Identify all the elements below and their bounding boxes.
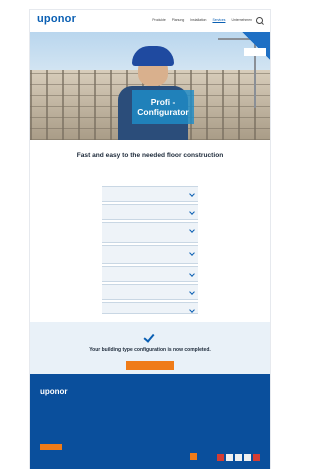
nav-item-services[interactable]: Services — [212, 18, 225, 22]
list-item[interactable] — [102, 245, 198, 264]
nav-item-produkte[interactable]: Produkte — [152, 18, 166, 22]
footer-button[interactable] — [40, 444, 62, 450]
completion-text: Your building type configuration is now … — [89, 347, 211, 353]
main-nav: Produkte Planung Installation Services U… — [152, 18, 252, 22]
hero-title-box: Profi - Configurator — [132, 90, 194, 124]
continue-button[interactable] — [126, 361, 174, 370]
list-item[interactable] — [102, 284, 198, 300]
list-item[interactable] — [102, 222, 198, 243]
nav-item-installation[interactable]: Installation — [190, 18, 206, 22]
chevron-down-icon — [189, 191, 195, 197]
helmet-icon — [132, 46, 174, 66]
social-icon[interactable] — [217, 454, 224, 461]
chevron-down-icon — [189, 227, 195, 233]
checkmark-icon — [143, 331, 155, 343]
nav-item-unternehmen[interactable]: Unternehmen — [231, 18, 252, 22]
chevron-down-icon — [189, 289, 195, 295]
search-icon[interactable] — [256, 17, 263, 24]
list-item[interactable] — [102, 204, 198, 220]
social-icon[interactable] — [226, 454, 233, 461]
nav-item-planung[interactable]: Planung — [172, 18, 184, 22]
list-item[interactable] — [102, 266, 198, 282]
chevron-down-icon — [189, 271, 195, 277]
footer-placeholder — [40, 402, 88, 406]
scroll-top-button[interactable] — [190, 453, 197, 460]
social-icon[interactable] — [253, 454, 260, 461]
hero-title-line1: Profi - — [150, 97, 176, 107]
social-icon[interactable] — [235, 454, 242, 461]
footer-logo[interactable]: uponor — [40, 387, 68, 396]
page-title: Fast and easy to the needed floor constr… — [76, 152, 224, 159]
chevron-down-icon — [189, 307, 195, 313]
logo[interactable]: uponor — [37, 13, 76, 25]
footer: uponor — [30, 374, 270, 469]
list-item[interactable] — [102, 186, 198, 202]
hero-title-line2: Configurator — [137, 107, 189, 117]
completion-band: Your building type configuration is now … — [30, 322, 270, 374]
social-links — [217, 454, 260, 461]
social-icon[interactable] — [244, 454, 251, 461]
page: uponor Produkte Planung Installation Ser… — [30, 10, 270, 469]
header: uponor Produkte Planung Installation Ser… — [30, 10, 270, 32]
chevron-down-icon — [189, 250, 195, 256]
hero-banner: Profi - Configurator — [30, 32, 270, 140]
corner-button[interactable] — [244, 48, 266, 56]
list-item[interactable] — [102, 302, 198, 314]
chevron-down-icon — [189, 209, 195, 215]
configuration-list — [102, 186, 198, 316]
footer-column — [40, 402, 88, 406]
